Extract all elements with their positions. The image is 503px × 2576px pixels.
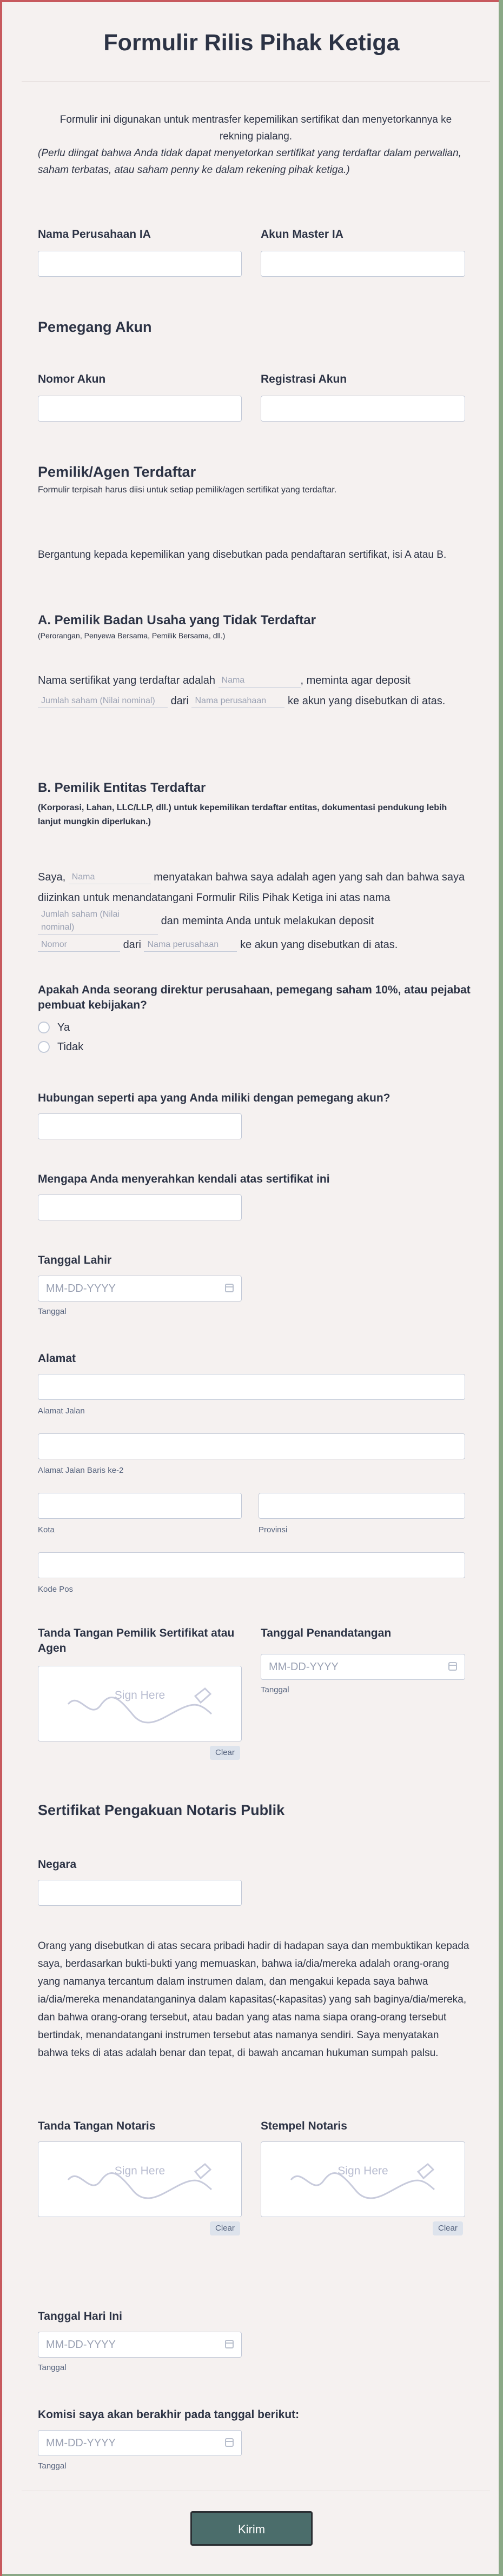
account-number-input[interactable] — [38, 396, 242, 422]
account-number-label: Nomor Akun — [38, 373, 106, 385]
commission-label: Komisi saya akan berakhir pada tanggal b… — [38, 2408, 300, 2421]
form-title: Formulir Rilis Pihak Ketiga — [103, 30, 400, 56]
form-intro-note: (Perlu diingat bahwa Anda tidak dapat me… — [38, 148, 461, 176]
postal-input[interactable] — [38, 1552, 465, 1578]
section-b-heading: B. Pemilik Entitas Terdaftar — [38, 780, 206, 795]
section-a-heading: A. Pemilik Badan Usaha yang Tidak Terdaf… — [38, 613, 316, 628]
account-registration-input[interactable] — [261, 396, 465, 422]
owner-signature-clear-button[interactable]: Clear — [210, 1746, 240, 1760]
notary-text: Orang yang disebutkan di atas secara pri… — [38, 1940, 469, 2059]
submit-button[interactable]: Kirim — [190, 2511, 313, 2546]
section-a-text: Nama sertifikat yang terdaftar adalah Na… — [38, 670, 471, 711]
ia-company-label: Nama Perusahaan IA — [38, 228, 151, 241]
company-name-input[interactable]: Nama perusahaan — [191, 695, 285, 709]
sign-date-input[interactable]: MM-DD-YYYY — [261, 1654, 465, 1680]
section-b-text-3: dan meminta Anda untuk melakukan deposit — [161, 915, 374, 927]
section-b-text-4: dari — [123, 939, 141, 951]
notary-signature-pad[interactable]: Sign Here — [38, 2141, 242, 2217]
relationship-input[interactable] — [38, 1113, 242, 1139]
country-input[interactable] — [38, 1880, 242, 1906]
sign-date-label: Tanggal Penandatangan — [261, 1627, 392, 1639]
owner-signature-pad[interactable]: Sign Here — [38, 1666, 242, 1741]
notary-stamp-clear-button[interactable]: Clear — [433, 2221, 463, 2235]
calendar-icon[interactable] — [225, 2438, 234, 2447]
ia-company-input[interactable] — [38, 251, 242, 277]
signature-scribble-icon — [67, 2163, 213, 2199]
owner-signature-label: Tanda Tangan Pemilik Sertifikat atau Age… — [38, 1627, 235, 1654]
commission-date-input[interactable]: MM-DD-YYYY — [38, 2430, 242, 2456]
address-label: Alamat — [38, 1352, 76, 1365]
left-border — [0, 0, 2, 2576]
calendar-icon[interactable] — [225, 2340, 234, 2348]
today-date-hint: Tanggal — [38, 2363, 67, 2372]
entity-company-input[interactable]: Nama perusahaan — [144, 938, 237, 952]
today-date-input[interactable]: MM-DD-YYYY — [38, 2332, 242, 2358]
province-input[interactable] — [259, 1493, 465, 1519]
director-question: Apakah Anda seorang direktur perusahaan,… — [38, 984, 471, 1011]
section-a-text-3: dari — [170, 695, 189, 707]
entity-share-amount-input[interactable]: Jumlah saham (Nilai nominal) — [38, 908, 158, 935]
reason-input[interactable] — [38, 1194, 242, 1220]
province-hint: Provinsi — [259, 1525, 288, 1534]
notary-heading: Sertifikat Pengakuan Notaris Publik — [38, 1802, 285, 1818]
calendar-icon[interactable] — [225, 1284, 234, 1292]
notary-stamp-pad[interactable]: Sign Here — [261, 2141, 465, 2217]
birth-date-hint: Tanggal — [38, 1307, 67, 1316]
agent-name-input[interactable]: Nama — [68, 871, 151, 885]
reason-question: Mengapa Anda menyerahkan kendali atas se… — [38, 1173, 330, 1185]
signature-scribble-icon — [67, 1687, 213, 1724]
street-input[interactable] — [38, 1374, 465, 1400]
owner-name-input[interactable]: Nama — [218, 674, 301, 688]
country-label: Negara — [38, 1858, 77, 1871]
form-intro: Formulir ini digunakan untuk mentrasfer … — [59, 114, 452, 142]
registered-owner-heading: Pemilik/Agen Terdaftar — [38, 464, 196, 480]
registered-owner-sub: Formulir terpisah harus diisi untuk seti… — [38, 485, 337, 495]
bottom-border — [2, 2574, 503, 2576]
notary-signature-label: Tanda Tangan Notaris — [38, 2120, 156, 2132]
section-b-sub: (Korporasi, Lahan, LLC/LLP, dll.) untuk … — [38, 803, 447, 826]
section-a-text-1: Nama sertifikat yang terdaftar adalah — [38, 675, 215, 686]
signature-scribble-icon — [290, 2163, 435, 2199]
top-border — [2, 0, 503, 2]
section-a-text-4: ke akun yang disebutkan di atas. — [288, 695, 446, 707]
radio-yes-label[interactable]: Ya — [57, 1022, 70, 1034]
city-hint: Kota — [38, 1525, 55, 1534]
relationship-question: Hubungan seperti apa yang Anda miliki de… — [38, 1092, 391, 1104]
account-registration-label: Registrasi Akun — [261, 373, 347, 385]
radio-no[interactable] — [38, 1041, 50, 1053]
section-b-text-1: Saya, — [38, 871, 66, 883]
registered-owner-note: Bergantung kepada kepemilikan yang diseb… — [38, 549, 447, 560]
today-date-label: Tanggal Hari Ini — [38, 2310, 122, 2323]
birth-date-placeholder: MM-DD-YYYY — [46, 1283, 116, 1294]
radio-no-label[interactable]: Tidak — [57, 1041, 83, 1053]
calendar-icon[interactable] — [448, 1662, 457, 1671]
radio-yes[interactable] — [38, 1022, 50, 1033]
today-date-placeholder: MM-DD-YYYY — [46, 2339, 116, 2351]
account-holder-heading: Pemegang Akun — [38, 319, 152, 335]
street-hint: Alamat Jalan — [38, 1406, 85, 1416]
sign-date-hint: Tanggal — [261, 1685, 289, 1694]
master-account-input[interactable] — [261, 251, 465, 277]
sign-date-placeholder: MM-DD-YYYY — [269, 1661, 339, 1673]
birth-date-label: Tanggal Lahir — [38, 1254, 112, 1266]
section-b-text-5: ke akun yang disebutkan di atas. — [240, 939, 398, 951]
share-amount-input[interactable]: Jumlah saham (Nilai nominal) — [38, 695, 168, 709]
section-a-sub: (Perorangan, Penyewa Bersama, Pemilik Be… — [38, 631, 226, 640]
right-border — [499, 0, 503, 2576]
commission-date-hint: Tanggal — [38, 2461, 67, 2471]
notary-stamp-label: Stempel Notaris — [261, 2120, 347, 2132]
street2-hint: Alamat Jalan Baris ke-2 — [38, 1466, 124, 1475]
birth-date-input[interactable]: MM-DD-YYYY — [38, 1276, 242, 1302]
entity-number-input[interactable]: Nomor — [38, 938, 120, 952]
street2-input[interactable] — [38, 1433, 465, 1459]
divider — [22, 81, 490, 82]
postal-hint: Kode Pos — [38, 1585, 74, 1594]
commission-date-placeholder: MM-DD-YYYY — [46, 2437, 116, 2449]
form-card: Formulir Rilis Pihak Ketiga Formulir ini… — [4, 0, 499, 2576]
city-input[interactable] — [38, 1493, 242, 1519]
section-a-text-2: , meminta agar deposit — [300, 675, 411, 686]
notary-signature-clear-button[interactable]: Clear — [210, 2221, 240, 2235]
master-account-label: Akun Master IA — [261, 228, 343, 241]
section-b-text: Saya, Nama menyatakan bahwa saya adalah … — [38, 867, 471, 955]
